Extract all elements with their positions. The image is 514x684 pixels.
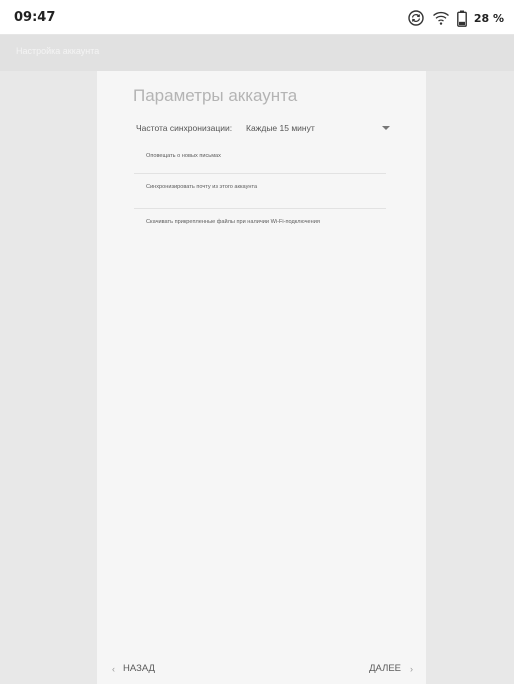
status-icons: 28 % bbox=[407, 7, 504, 29]
app-bar-title: Настройка аккаунта bbox=[16, 46, 100, 56]
option-download-attachments-wifi[interactable]: Скачивать прикрепленные файлы при наличи… bbox=[146, 219, 336, 226]
sync-frequency-value[interactable]: Каждые 15 минут bbox=[246, 123, 315, 133]
page-title: Параметры аккаунта bbox=[133, 86, 298, 105]
status-bar: 09:47 28 % bbox=[0, 0, 514, 35]
status-time: 09:47 bbox=[14, 10, 56, 25]
next-button[interactable]: ДАЛЕЕ › bbox=[369, 663, 413, 674]
sync-frequency-dropdown[interactable]: Частота синхронизации: Каждые 15 минут bbox=[136, 120, 394, 138]
chevron-left-icon: ‹ bbox=[112, 663, 115, 674]
next-button-label: ДАЛЕЕ bbox=[369, 663, 401, 674]
back-button-label: НАЗАД bbox=[123, 663, 155, 674]
sync-icon bbox=[407, 9, 425, 27]
screen: 09:47 28 % Настройка аккаунта Параметры … bbox=[0, 0, 514, 684]
option-sync-mail[interactable]: Синхронизировать почту из этого аккаунта bbox=[146, 184, 356, 191]
option-notify-new-mail[interactable]: Оповещать о новых письмах bbox=[146, 153, 356, 160]
wifi-icon bbox=[432, 10, 450, 26]
sync-frequency-label: Частота синхронизации: bbox=[136, 123, 233, 133]
battery-percent: 28 % bbox=[473, 11, 504, 25]
chevron-right-icon: › bbox=[410, 663, 413, 674]
account-settings-panel: Параметры аккаунта Частота синхронизации… bbox=[97, 71, 426, 684]
battery-icon bbox=[456, 10, 467, 27]
back-button[interactable]: ‹ НАЗАД bbox=[112, 663, 155, 674]
app-bar: Настройка аккаунта bbox=[0, 35, 514, 71]
divider bbox=[134, 173, 386, 174]
dropdown-caret-icon[interactable] bbox=[382, 126, 390, 130]
divider bbox=[134, 208, 386, 209]
